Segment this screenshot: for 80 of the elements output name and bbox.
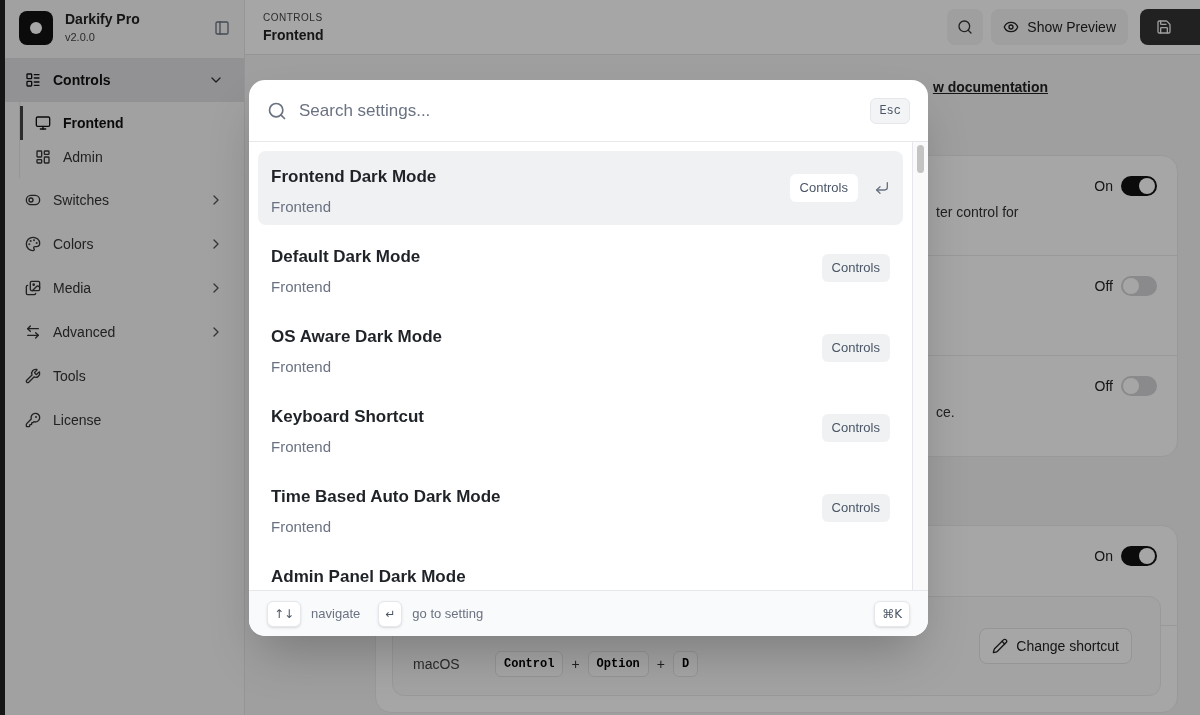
- result-tag: Controls: [821, 334, 890, 362]
- change-shortcut-button[interactable]: Change shortcut: [979, 628, 1132, 664]
- toggle-state-label: On: [1094, 547, 1113, 566]
- result-section: Frontend: [271, 355, 822, 378]
- toggle-switch[interactable]: [1121, 376, 1157, 396]
- toggle-state-label: On: [1094, 177, 1113, 196]
- save-icon: [1156, 19, 1172, 35]
- documentation-link[interactable]: w documentation: [932, 77, 1048, 97]
- toggle-state-label: Off: [1094, 377, 1113, 396]
- setting-description: ce.: [936, 404, 955, 420]
- esc-key[interactable]: Esc: [870, 97, 910, 124]
- result-tag: Controls: [821, 494, 890, 522]
- hint-key: ↑↓: [267, 600, 302, 627]
- sidebar-toggle-icon[interactable]: [214, 19, 230, 36]
- search-result[interactable]: Keyboard Shortcut Frontend Controls: [258, 391, 903, 465]
- dashboard-icon: [35, 149, 51, 165]
- save-button[interactable]: [1140, 9, 1200, 45]
- search-icon: [957, 19, 974, 35]
- app-name: Darkify Pro: [65, 10, 141, 30]
- wrench-icon: [25, 368, 41, 384]
- shortcut-key: ⌘K: [874, 600, 910, 627]
- search-result[interactable]: Time Based Auto Dark Mode Frontend Controls: [258, 471, 903, 545]
- hint-label: go to setting: [412, 604, 484, 623]
- result-title: Time Based Auto Dark Mode: [271, 486, 502, 508]
- result-section: Frontend: [271, 275, 822, 298]
- toggle-icon: [25, 192, 41, 208]
- search-result[interactable]: Admin Panel Dark Mode: [258, 551, 903, 590]
- search-result[interactable]: Frontend Dark Mode Frontend Controls: [258, 151, 903, 225]
- search-field[interactable]: Search settings...: [299, 97, 859, 124]
- result-title: OS Aware Dark Mode: [271, 326, 443, 348]
- setting-description: ter control for: [936, 204, 1019, 220]
- sidebar-subitem[interactable]: Admin: [20, 140, 244, 174]
- result-title: Keyboard Shortcut: [271, 406, 426, 428]
- key-cap: Option: [587, 651, 649, 677]
- eye-icon: [1003, 19, 1020, 35]
- platform-label: macOS: [413, 655, 461, 674]
- key-icon: [25, 412, 41, 428]
- sidebar-item[interactable]: Media: [5, 266, 244, 310]
- breadcrumb-section: CONTROLS: [263, 9, 948, 25]
- sidebar-item[interactable]: License: [5, 398, 244, 442]
- result-tag: Controls: [821, 414, 890, 442]
- sidebar-item[interactable]: Advanced: [5, 310, 244, 354]
- images-icon: [25, 280, 41, 296]
- search-result[interactable]: OS Aware Dark Mode Frontend Controls: [258, 311, 903, 385]
- result-title: Default Dark Mode: [271, 246, 422, 268]
- search-icon: [267, 100, 287, 121]
- pencil-icon: [992, 638, 1009, 654]
- show-preview-button[interactable]: Show Preview: [991, 9, 1128, 45]
- sidebar-item[interactable]: Switches: [5, 178, 244, 222]
- hint-label: navigate: [311, 604, 361, 623]
- result-section: Frontend: [271, 515, 822, 538]
- app-logo-icon: [19, 10, 53, 45]
- search-result[interactable]: Default Dark Mode Frontend Controls: [258, 231, 903, 305]
- sidebar-item[interactable]: Colors: [5, 222, 244, 266]
- enter-icon: [874, 180, 890, 196]
- search-button[interactable]: [947, 9, 984, 45]
- result-title: Admin Panel Dark Mode: [271, 566, 467, 588]
- key-cap: Control: [495, 651, 564, 677]
- result-tag: Controls: [789, 174, 858, 202]
- key-cap: D: [673, 651, 699, 677]
- sidebar-subitem[interactable]: Frontend: [20, 106, 244, 140]
- sidebar-item[interactable]: Tools: [5, 354, 244, 398]
- app-version: v2.0.0: [65, 30, 96, 46]
- result-section: Frontend: [271, 195, 790, 218]
- result-tag: Controls: [821, 254, 890, 282]
- key-separator: +: [656, 655, 665, 674]
- sidebar-item[interactable]: Controls: [5, 58, 244, 102]
- arrows-icon: [25, 324, 41, 340]
- toggle-switch[interactable]: [1121, 546, 1157, 566]
- toggle-switch[interactable]: [1121, 276, 1157, 296]
- result-title: Frontend Dark Mode: [271, 166, 438, 188]
- toggle-state-label: Off: [1094, 277, 1113, 296]
- list-icon: [25, 72, 41, 88]
- key-separator: +: [571, 655, 580, 674]
- palette-icon: [25, 236, 41, 252]
- monitor-icon: [35, 115, 51, 131]
- page-title: Frontend: [263, 25, 325, 45]
- hint-key: ↵: [378, 600, 403, 627]
- result-section: Frontend: [271, 435, 822, 458]
- toggle-switch[interactable]: [1121, 176, 1157, 196]
